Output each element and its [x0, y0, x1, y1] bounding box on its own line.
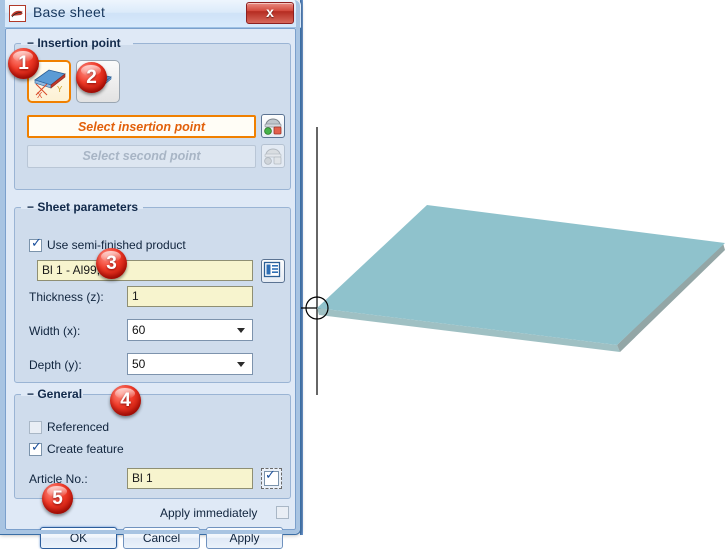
ok-label: OK: [69, 531, 88, 545]
svg-text:X: X: [37, 91, 43, 100]
thickness-label: Thickness (z):: [29, 290, 104, 304]
use-semi-finished-box: ✓: [29, 236, 42, 252]
thickness-field[interactable]: 1: [127, 286, 253, 307]
pick-second-point-icon: [264, 148, 282, 165]
ok-button[interactable]: OK: [40, 527, 117, 549]
select-insertion-point-label: Select insertion point: [77, 120, 206, 134]
app-logo-glyph: [11, 10, 23, 18]
sheet-top-face: [317, 205, 725, 345]
callout-badge-4: 4: [110, 385, 141, 416]
article-no-toggle[interactable]: ✓: [261, 468, 282, 489]
thickness-value: 1: [132, 289, 139, 303]
close-button[interactable]: x: [246, 2, 294, 24]
callout-badge-3: 3: [96, 248, 127, 279]
select-insertion-point-button[interactable]: Select insertion point: [27, 115, 256, 138]
width-dropdown[interactable]: 60: [127, 319, 253, 341]
catalog-browse-icon: [263, 261, 281, 278]
chevron-down-icon: [237, 362, 245, 367]
check-icon: ✓: [31, 236, 42, 251]
callout-badge-5: 5: [42, 483, 73, 514]
group-general-title: − General: [27, 387, 83, 401]
cad-model-canvas: [300, 127, 725, 395]
depth-value: 50: [132, 357, 146, 371]
pick-point-button[interactable]: [261, 114, 285, 138]
callout-badge-1: 1: [8, 48, 39, 79]
check-icon: ✓: [31, 440, 42, 455]
cancel-button[interactable]: Cancel: [123, 527, 200, 549]
apply-immediately-label: Apply immediately: [160, 506, 258, 520]
cancel-label: Cancel: [142, 531, 181, 545]
close-icon: x: [266, 4, 274, 20]
group-insertion-point-label: Insertion point: [37, 36, 121, 50]
apply-immediately-box: [276, 506, 289, 519]
group-general-label: General: [37, 387, 83, 401]
width-value: 60: [132, 323, 146, 337]
depth-label: Depth (y):: [29, 358, 82, 372]
select-second-point-button: Select second point: [27, 145, 256, 168]
apply-label: Apply: [229, 531, 260, 545]
pick-second-point-button: [261, 144, 285, 168]
app-logo-icon: [9, 5, 26, 22]
width-label: Width (x):: [29, 324, 81, 338]
group-sheet-parameters-label: Sheet parameters: [37, 200, 139, 214]
referenced-box: [29, 421, 42, 434]
group-insertion-point-title: − Insertion point: [27, 36, 121, 50]
group-insertion-point: − Insertion point X Y Select insertion p…: [14, 36, 291, 190]
cad-3d-viewport[interactable]: [300, 0, 725, 535]
semi-finished-product-field[interactable]: Bl 1 - Al99,0: [37, 260, 253, 281]
article-no-value: Bl 1: [132, 471, 153, 485]
article-no-field[interactable]: Bl 1: [127, 468, 253, 489]
chevron-down-icon: [237, 328, 245, 333]
apply-button[interactable]: Apply: [206, 527, 283, 549]
depth-dropdown[interactable]: 50: [127, 353, 253, 375]
group-sheet-parameters-title: − Sheet parameters: [27, 200, 139, 214]
select-second-point-label: Select second point: [82, 149, 201, 163]
pick-point-icon: [264, 118, 282, 135]
dialog-body: − Insertion point X Y Select insertion p…: [5, 28, 296, 549]
dialog-titlebar[interactable]: Base sheet x: [0, 0, 301, 28]
callout-badge-2: 2: [76, 62, 107, 93]
svg-text:Y: Y: [57, 85, 63, 94]
group-sheet-parameters: − Sheet parameters ✓ Use semi-finished p…: [14, 200, 291, 383]
create-feature-label: Create feature: [47, 442, 124, 456]
check-icon: ✓: [265, 468, 276, 483]
catalog-browse-button[interactable]: [261, 259, 285, 283]
base-sheet-dialog: Base sheet x − Insertion point X Y Selec…: [0, 0, 301, 549]
create-feature-box: ✓: [29, 440, 42, 456]
dialog-title: Base sheet: [33, 4, 106, 20]
referenced-label: Referenced: [47, 420, 110, 434]
